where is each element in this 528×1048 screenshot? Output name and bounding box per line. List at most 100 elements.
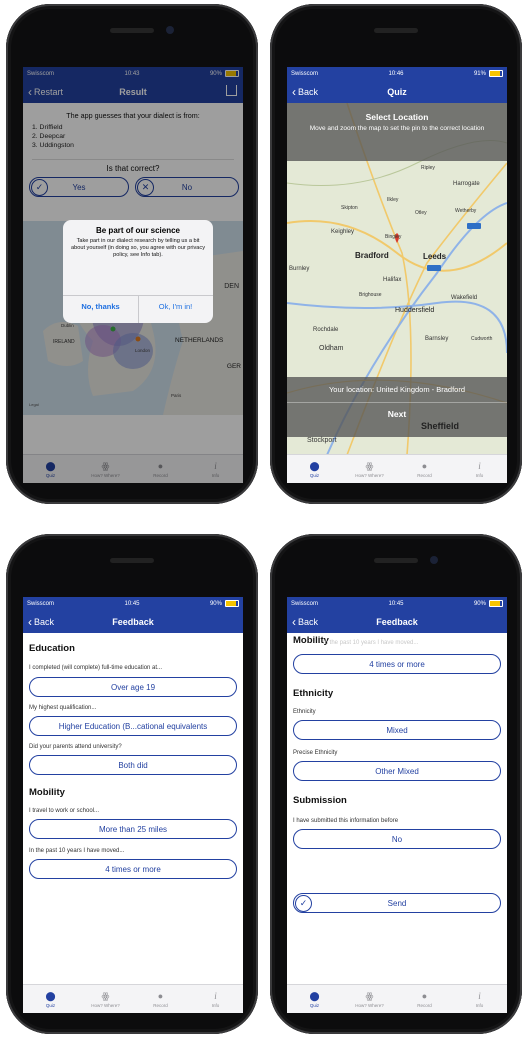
chat-bubbles-icon: ● (421, 460, 428, 471)
question-travel: I travel to work or school... (29, 808, 100, 814)
no-thanks-button[interactable]: No, thanks (63, 302, 138, 311)
chevron-left-icon: ‹ (292, 84, 296, 99)
town-skipton: Skipton (341, 205, 358, 211)
tab-info[interactable]: i Info (196, 991, 236, 1008)
battery-icon (488, 70, 503, 77)
answer-moved-select[interactable]: 4 times or more (29, 859, 237, 879)
map-pin-icon: ⬤ (309, 460, 320, 471)
town-bradford: Bradford (355, 251, 389, 260)
map-pin-icon: ⬤ (309, 990, 320, 1001)
back-button[interactable]: ‹ Back (28, 616, 54, 628)
people-icon: ꙮ (365, 990, 374, 1001)
tab-how-where[interactable]: ꙮ How? Where? (86, 991, 126, 1008)
phone-frame-quiz: Swisscom 10:46 91% ‹ Back Quiz Ripley Ha… (270, 4, 522, 504)
status-bar: Swisscom 10:46 91% (287, 67, 507, 80)
clock: 10:46 (388, 70, 404, 77)
battery-icon (488, 600, 503, 607)
battery-percent: 90% (473, 600, 486, 607)
question-precise-ethnicity: Precise Ethnicity (293, 750, 338, 756)
section-ethnicity: Ethnicity (293, 688, 334, 699)
answer-precise-ethnicity-select[interactable]: Other Mixed (293, 761, 501, 781)
question-parents: Did your parents attend university? (29, 744, 122, 750)
next-button[interactable]: Next (287, 409, 507, 419)
town-keighley: Keighley (331, 229, 355, 235)
question-submitted: I have submitted this information before (293, 818, 399, 824)
town-wetherby: Wetherby (455, 208, 477, 214)
question-fulltime: I completed (will complete) full-time ed… (29, 665, 163, 671)
location-map[interactable]: Ripley Harrogate Skipton Ilkley Otley We… (287, 103, 507, 455)
screen-quiz: Swisscom 10:46 91% ‹ Back Quiz Ripley Ha… (287, 67, 507, 483)
town-cudworth: Cudworth (471, 336, 493, 342)
question-moved-faded: In the past 10 years I have moved... (323, 640, 419, 646)
carrier-label: Swisscom (291, 70, 319, 77)
phone-frame-feedback-2: Swisscom 10:45 90% ‹ Back Feedback Mobili… (270, 534, 522, 1034)
consent-dialog: Be part of our science Take part in our … (63, 220, 213, 323)
nav-bar: ‹ Back Quiz (287, 80, 507, 103)
town-brighouse: Brighouse (359, 292, 382, 298)
town-oldham: Oldham (319, 345, 344, 352)
feedback-form: Education I completed (will complete) fu… (23, 633, 243, 985)
people-icon: ꙮ (101, 990, 110, 1001)
back-button[interactable]: ‹ Back (292, 84, 318, 99)
chat-bubbles-icon: ● (157, 990, 164, 1001)
ok-im-in-button[interactable]: Ok, I'm in! (138, 302, 213, 311)
tab-info[interactable]: i Info (460, 461, 500, 478)
tab-how-where[interactable]: ꙮ How? Where? (350, 461, 390, 478)
town-sheffield: Sheffield (421, 421, 460, 431)
screen-result: Swisscom 10:43 90% ‹ Restart Result The a… (23, 67, 243, 483)
speaker-grille (374, 28, 418, 33)
speaker-grille (110, 558, 154, 563)
tab-quiz[interactable]: ⬤ Quiz (295, 461, 335, 478)
town-stockport: Stockport (307, 437, 337, 444)
answer-fulltime-select[interactable]: Over age 19 (29, 677, 237, 697)
town-bingley: Bingley (385, 234, 402, 240)
answer-moved-select[interactable]: 4 times or more (293, 654, 501, 674)
battery-percent: 91% (473, 70, 486, 77)
back-button[interactable]: ‹ Back (292, 614, 318, 629)
page-title: Feedback (376, 616, 418, 627)
carrier-label: Swisscom (27, 600, 55, 607)
chat-bubbles-icon: ● (421, 990, 428, 1001)
nav-bar: ‹ Back Feedback (287, 610, 507, 633)
town-barnsley: Barnsley (425, 336, 449, 342)
tab-record[interactable]: ● Record (405, 461, 445, 478)
tab-quiz[interactable]: ⬤ Quiz (295, 991, 335, 1008)
tab-record[interactable]: ● Record (405, 991, 445, 1008)
answer-parents-select[interactable]: Both did (29, 755, 237, 775)
status-bar: Swisscom 10:45 90% (23, 597, 243, 610)
page-title: Feedback (112, 616, 154, 627)
front-camera (166, 26, 174, 34)
people-icon: ꙮ (365, 460, 374, 471)
speaker-grille (374, 558, 418, 563)
carrier-label: Swisscom (291, 600, 319, 607)
send-button[interactable]: ✓ Send (293, 893, 501, 913)
screen-feedback-education: Swisscom 10:45 90% ‹ Back Feedback Educat… (23, 597, 243, 1013)
answer-travel-select[interactable]: More than 25 miles (29, 819, 237, 839)
banner-title: Select Location (365, 112, 429, 122)
phone-frame-feedback-1: Swisscom 10:45 90% ‹ Back Feedback Educat… (6, 534, 258, 1034)
page-title: Quiz (387, 86, 407, 97)
question-moved: In the past 10 years I have moved... (29, 848, 125, 854)
town-leeds: Leeds (423, 252, 447, 261)
town-otley: Otley (415, 210, 427, 216)
phone-frame-result: Swisscom 10:43 90% ‹ Restart Result The a… (6, 4, 258, 504)
dialog-title: Be part of our science (95, 226, 181, 235)
feedback-form: Mobility In the past 10 years I have mov… (287, 633, 507, 985)
screen-feedback-submission: Swisscom 10:45 90% ‹ Back Feedback Mobili… (287, 597, 507, 1013)
answer-ethnicity-select[interactable]: Mixed (293, 720, 501, 740)
answer-qualification-select[interactable]: Higher Education (B...cational equivalen… (29, 716, 237, 736)
speaker-grille (110, 28, 154, 33)
tab-info[interactable]: i Info (460, 991, 500, 1008)
select-location-banner: Select Location Move and zoom the map to… (287, 103, 507, 161)
section-education: Education (29, 643, 75, 654)
town-ilkley: Ilkley (387, 197, 399, 203)
town-rochdale: Rochdale (313, 327, 339, 333)
tab-record[interactable]: ● Record (141, 991, 181, 1008)
chevron-left-icon: ‹ (292, 614, 296, 629)
town-burnley: Burnley (289, 266, 310, 272)
tab-how-where[interactable]: ꙮ How? Where? (350, 991, 390, 1008)
answer-submitted-select[interactable]: No (293, 829, 501, 849)
tab-quiz[interactable]: ⬤ Quiz (31, 991, 71, 1008)
info-icon: i (478, 460, 481, 471)
location-result-panel: Your location: United Kingdom - Bradford… (287, 377, 507, 437)
